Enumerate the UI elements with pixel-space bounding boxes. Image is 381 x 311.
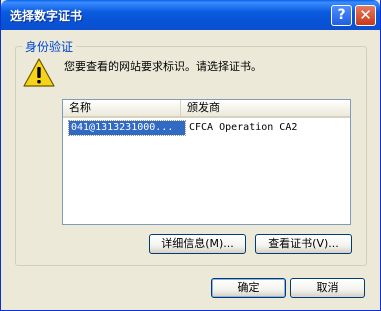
warning-icon (23, 58, 55, 87)
close-button[interactable]: ✕ (355, 5, 376, 26)
cancel-button[interactable]: 取消 (290, 278, 365, 298)
certificate-dialog: 选择数字证书 ? ✕ 身份验证 您要查看的网站要求标识。请选择证书。 名称 颁发… (0, 0, 381, 311)
close-icon: ✕ (359, 6, 372, 24)
ok-button[interactable]: 确定 (211, 278, 286, 298)
help-button[interactable]: ? (331, 5, 352, 26)
column-header-issuer[interactable]: 颁发商 (181, 100, 350, 118)
view-certificate-button[interactable]: 查看证书(V)... (255, 234, 352, 254)
certificate-list[interactable]: 名称 颁发商 041@1313231000... CFCA Operation … (62, 99, 351, 225)
window-title: 选择数字证书 (10, 9, 83, 23)
group-label: 身份验证 (22, 38, 77, 55)
column-header-name[interactable]: 名称 (63, 100, 181, 118)
details-button[interactable]: 详细信息(M)... (149, 234, 246, 254)
prompt-message: 您要查看的网站要求标识。请选择证书。 (64, 60, 262, 73)
help-icon: ? (337, 7, 346, 23)
list-item[interactable]: 041@1313231000... CFCA Operation CA2 (65, 120, 350, 136)
title-bar[interactable]: 选择数字证书 ? ✕ (1, 0, 380, 30)
certificate-name[interactable]: 041@1313231000... (68, 120, 186, 136)
certificate-issuer[interactable]: CFCA Operation CA2 (189, 121, 297, 135)
